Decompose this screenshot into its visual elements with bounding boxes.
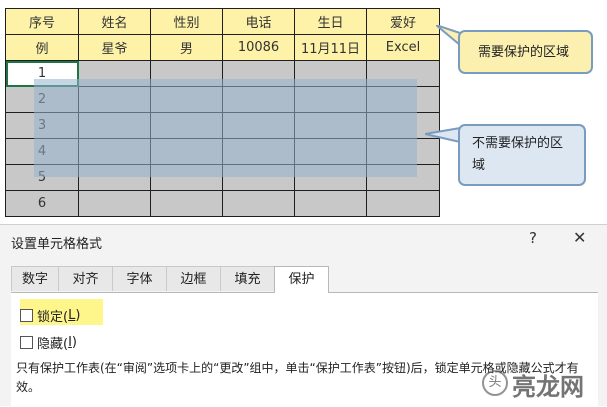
tab-number[interactable]: 数字 bbox=[11, 266, 59, 291]
locked-checkbox[interactable]: 锁定(L) bbox=[20, 306, 80, 325]
table-row: 3 bbox=[5, 112, 440, 139]
watermark: 头 亮龙网 bbox=[482, 362, 602, 402]
callout-protected-area: 需要保护的区域 bbox=[458, 30, 593, 74]
row-number-cell[interactable]: 1 bbox=[5, 60, 79, 87]
header-row: 序号 姓名 性别 电话 生日 爱好 bbox=[5, 8, 440, 35]
data-cell[interactable] bbox=[78, 86, 151, 113]
callout-protected-text: 需要保护的区域 bbox=[478, 45, 570, 60]
table-row: 4 bbox=[5, 138, 440, 165]
data-cell[interactable] bbox=[294, 60, 367, 87]
data-cell[interactable] bbox=[222, 138, 295, 165]
table-row: 2 bbox=[5, 86, 440, 113]
data-cell[interactable] bbox=[294, 86, 367, 113]
help-button[interactable]: ? bbox=[529, 229, 537, 247]
header-cell[interactable]: 电话 bbox=[222, 8, 295, 35]
watermark-logo-icon: 头 bbox=[482, 370, 508, 396]
data-cell[interactable] bbox=[78, 138, 151, 165]
callout-unprotected-text: 不需要保护的区域 bbox=[472, 136, 564, 173]
data-cell[interactable] bbox=[78, 190, 151, 217]
dialog-title: 设置单元格格式 bbox=[11, 237, 103, 252]
data-cell[interactable] bbox=[150, 86, 223, 113]
data-cell[interactable] bbox=[366, 60, 440, 87]
data-cell[interactable] bbox=[222, 112, 295, 139]
tab-alignment[interactable]: 对齐 bbox=[58, 266, 113, 291]
table-row: 5 bbox=[5, 164, 440, 191]
table-row: 1 bbox=[5, 60, 440, 87]
checkbox-box[interactable] bbox=[20, 309, 33, 322]
data-cell[interactable] bbox=[78, 60, 151, 87]
row-number-cell[interactable]: 5 bbox=[5, 164, 79, 191]
checkbox-box[interactable] bbox=[20, 336, 33, 349]
callout-pointer bbox=[425, 126, 461, 144]
data-cell[interactable] bbox=[222, 164, 295, 191]
data-cell[interactable] bbox=[366, 190, 440, 217]
hidden-label: 隐藏( bbox=[37, 337, 69, 352]
data-cell[interactable] bbox=[150, 60, 223, 87]
data-cell[interactable] bbox=[366, 164, 440, 191]
hidden-checkbox[interactable]: 隐藏(I) bbox=[20, 333, 77, 352]
tab-bar: 数字 对齐 字体 边框 填充 保护 bbox=[11, 266, 329, 293]
row-number-cell[interactable]: 2 bbox=[5, 86, 79, 113]
spreadsheet-table: 序号 姓名 性别 电话 生日 爱好 例 星爷 男 10086 11月11日 Ex… bbox=[5, 8, 440, 217]
data-cell[interactable] bbox=[150, 138, 223, 165]
locked-label-end: ) bbox=[75, 308, 81, 323]
data-cell[interactable] bbox=[222, 60, 295, 87]
callout-unprotected-area: 不需要保护的区域 bbox=[458, 124, 586, 186]
header-cell[interactable]: 爱好 bbox=[366, 8, 440, 35]
row-number-cell[interactable]: 4 bbox=[5, 138, 79, 165]
row-number-cell[interactable]: 6 bbox=[5, 190, 79, 217]
header-cell[interactable]: 生日 bbox=[294, 8, 367, 35]
hidden-label-end: ) bbox=[71, 335, 77, 350]
data-cell[interactable] bbox=[150, 190, 223, 217]
data-cell[interactable] bbox=[150, 112, 223, 139]
data-cell[interactable] bbox=[294, 112, 367, 139]
tab-border[interactable]: 边框 bbox=[166, 266, 221, 291]
row-number-cell[interactable]: 3 bbox=[5, 112, 79, 139]
tab-font[interactable]: 字体 bbox=[112, 266, 167, 291]
example-cell[interactable]: 11月11日 bbox=[294, 34, 367, 61]
tab-fill[interactable]: 填充 bbox=[220, 266, 275, 291]
example-row: 例 星爷 男 10086 11月11日 Excel bbox=[5, 34, 440, 61]
data-cell[interactable] bbox=[150, 164, 223, 191]
close-button[interactable]: ✕ bbox=[573, 228, 586, 247]
example-cell[interactable]: 星爷 bbox=[78, 34, 151, 61]
data-cell[interactable] bbox=[294, 138, 367, 165]
example-cell[interactable]: 男 bbox=[150, 34, 223, 61]
data-cell[interactable] bbox=[294, 164, 367, 191]
data-cell[interactable] bbox=[222, 86, 295, 113]
data-cell[interactable] bbox=[222, 190, 295, 217]
watermark-text: 亮龙网 bbox=[512, 373, 584, 401]
header-cell[interactable]: 姓名 bbox=[78, 8, 151, 35]
locked-shortcut: L bbox=[68, 308, 76, 323]
data-cell[interactable] bbox=[294, 190, 367, 217]
locked-label: 锁定( bbox=[37, 310, 69, 325]
header-cell[interactable]: 性别 bbox=[150, 8, 223, 35]
table-row: 6 bbox=[5, 190, 440, 217]
example-cell[interactable]: Excel bbox=[366, 34, 440, 61]
data-cell[interactable] bbox=[78, 112, 151, 139]
data-cell[interactable] bbox=[78, 164, 151, 191]
header-cell[interactable]: 序号 bbox=[5, 8, 79, 35]
tab-protection[interactable]: 保护 bbox=[274, 266, 329, 293]
data-cell[interactable] bbox=[366, 86, 440, 113]
example-cell[interactable]: 例 bbox=[5, 34, 79, 61]
example-cell[interactable]: 10086 bbox=[222, 34, 295, 61]
